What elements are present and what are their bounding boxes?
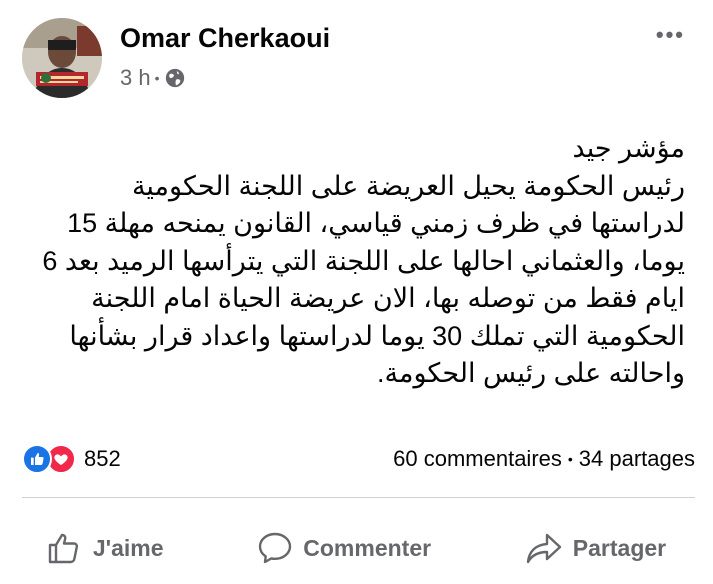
share-button[interactable]: Partager (525, 531, 666, 565)
post-text-line: ايام فقط من توصله بها، الان عريضة الحياة… (91, 283, 685, 313)
comment-button-label: Commenter (303, 534, 432, 561)
divider (22, 497, 695, 498)
post-text: مؤشر جيد رئيس الحكومة يحيل العريضة على ا… (25, 130, 685, 393)
post-text-line: مؤشر جيد (572, 133, 685, 163)
comment-button[interactable]: Commenter (257, 531, 431, 565)
like-button-label: J'aime (92, 534, 164, 561)
reactions-summary[interactable]: 852 (22, 444, 121, 474)
share-icon (525, 531, 563, 565)
engagement-stats: 852 60 commentaires • 34 partages (22, 442, 695, 476)
like-button[interactable]: J'aime (47, 531, 164, 565)
post-text-line: واحالته على رئيس الحكومة. (377, 358, 685, 388)
post-text-line: يوما، والعثماني احالها على اللجنة التي ي… (42, 245, 685, 276)
post-text-line: الحكومية التي تملك 30 يوما لدراستها واعد… (69, 320, 685, 351)
share-button-label: Partager (572, 534, 667, 561)
avatar-image (22, 18, 102, 98)
post-text-line: لدراستها في ظرف زمني قياسي، القانون يمنح… (67, 208, 685, 238)
like-reaction-icon (22, 444, 52, 474)
thumbs-up-icon (47, 531, 83, 565)
comments-count[interactable]: 60 commentaires (393, 446, 562, 472)
facebook-post: Omar Cherkaoui 3 h • ••• مؤشر جيد رئيس ا… (0, 0, 713, 584)
stats-separator: • (567, 451, 573, 467)
shares-count[interactable]: 34 partages (579, 446, 695, 472)
meta-separator: • (154, 70, 160, 86)
avatar[interactable] (22, 18, 102, 98)
author-name[interactable]: Omar Cherkaoui (120, 22, 330, 54)
more-options-icon[interactable]: ••• (656, 22, 685, 48)
post-time[interactable]: 3 h (120, 64, 151, 92)
globe-icon[interactable] (164, 67, 186, 89)
comments-shares: 60 commentaires • 34 partages (393, 446, 695, 472)
comment-icon (257, 531, 293, 565)
post-meta: 3 h • (120, 64, 186, 92)
reaction-count: 852 (84, 446, 121, 471)
post-actions: J'aime Commenter Partager (0, 520, 713, 576)
post-text-line: رئيس الحكومة يحيل العريضة على اللجنة الح… (131, 170, 685, 201)
